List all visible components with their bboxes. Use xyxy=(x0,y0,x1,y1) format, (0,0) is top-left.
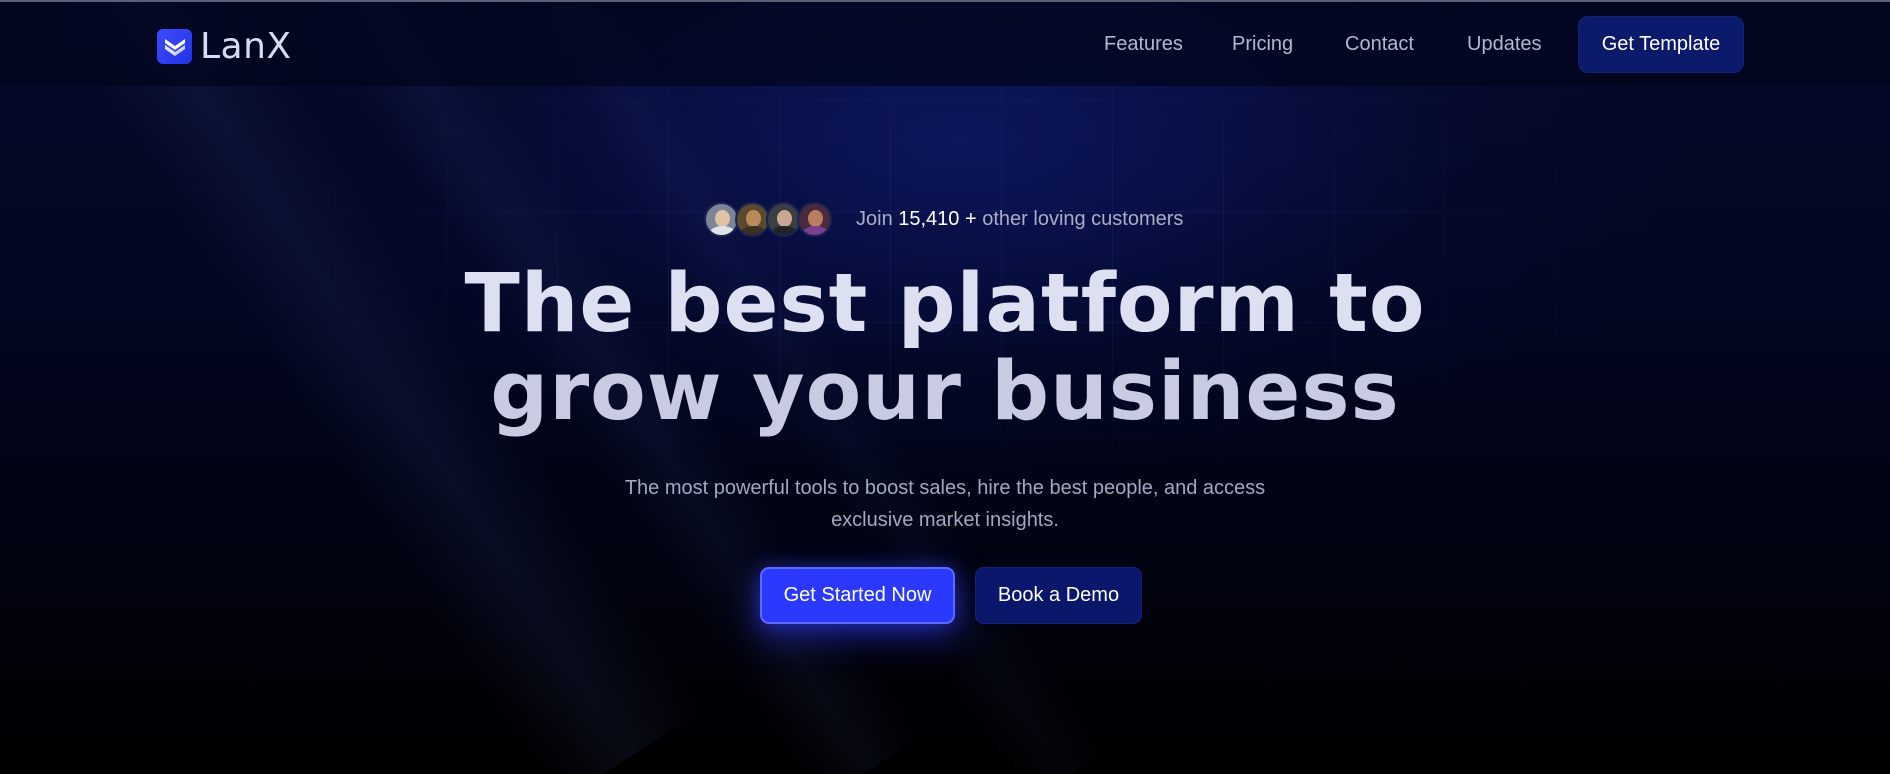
avatar xyxy=(704,202,739,237)
social-proof-text: Join 15,410 + other loving customers xyxy=(856,208,1183,231)
social-proof-prefix: Join xyxy=(856,207,899,230)
social-proof: Join 15,410 + other loving customers xyxy=(704,200,1183,238)
get-template-button[interactable]: Get Template xyxy=(1578,16,1744,73)
nav-link-contact[interactable]: Contact xyxy=(1345,33,1414,56)
social-proof-suffix: other loving customers xyxy=(976,207,1184,230)
get-started-button[interactable]: Get Started Now xyxy=(760,567,955,624)
brand-name: LanX xyxy=(200,25,292,67)
avatar xyxy=(766,202,801,237)
landing-page: LanX Features Pricing Contact Updates Ge… xyxy=(0,0,1890,774)
avatar xyxy=(797,202,832,237)
hero-subheadline: The most powerful tools to boost sales, … xyxy=(0,472,1890,536)
customer-count: 15,410 + xyxy=(898,207,977,230)
lanx-logo-icon xyxy=(157,28,192,64)
nav-link-updates[interactable]: Updates xyxy=(1467,33,1542,56)
headline-line-2: grow your business xyxy=(490,345,1400,439)
hero-headline: The best platform to grow your business xyxy=(0,260,1890,436)
subheadline-line-2: exclusive market insights. xyxy=(831,509,1059,531)
book-demo-button[interactable]: Book a Demo xyxy=(975,567,1142,624)
navbar: LanX Features Pricing Contact Updates Ge… xyxy=(0,2,1890,86)
nav-link-features[interactable]: Features xyxy=(1104,33,1183,56)
avatar-group xyxy=(704,200,834,238)
brand-logo-link[interactable]: LanX xyxy=(157,25,292,67)
nav-link-pricing[interactable]: Pricing xyxy=(1232,33,1293,56)
avatar xyxy=(735,202,770,237)
subheadline-line-1: The most powerful tools to boost sales, … xyxy=(624,477,1266,499)
headline-line-1: The best platform to xyxy=(464,257,1426,351)
